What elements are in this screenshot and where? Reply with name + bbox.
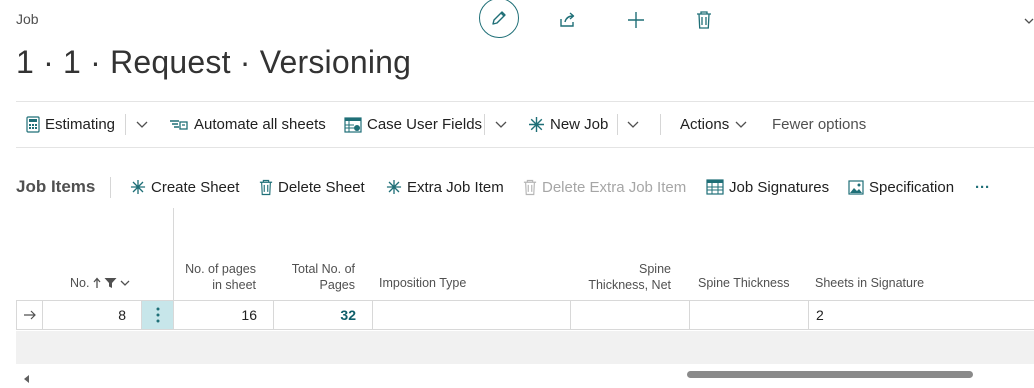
- sparkle-icon: [130, 179, 146, 195]
- case-user-fields-button[interactable]: Case User Fields: [344, 102, 482, 147]
- column-header-line: No. of pages: [185, 262, 256, 276]
- cell-sheets-in-signature[interactable]: 2: [808, 300, 1034, 330]
- trash-icon: [697, 11, 711, 29]
- chevron-down-icon: [120, 280, 130, 286]
- chevron-down-icon: [136, 121, 148, 128]
- collapse-button[interactable]: [1024, 12, 1034, 30]
- new-job-label: New Job: [550, 116, 609, 133]
- column-header-line: Spine: [639, 262, 671, 276]
- extra-job-item-button[interactable]: Extra Job Item: [386, 166, 504, 208]
- edit-icon: [492, 11, 506, 25]
- column-header-imposition-type[interactable]: Imposition Type: [379, 275, 466, 291]
- scrollbar-thumb[interactable]: [687, 371, 973, 378]
- column-header-spine-thickness-net[interactable]: Spine Thickness, Net: [572, 261, 671, 293]
- create-sheet-button[interactable]: Create Sheet: [130, 166, 239, 208]
- arrow-right-icon: [23, 310, 36, 320]
- separator: [660, 114, 661, 135]
- vertical-ellipsis-icon: [156, 307, 159, 323]
- delete-sheet-label: Delete Sheet: [278, 178, 365, 196]
- automate-icon: [170, 119, 188, 130]
- column-header-line: Thickness, Net: [588, 278, 671, 292]
- new-job-button[interactable]: New Job: [528, 102, 608, 147]
- cell-no[interactable]: 8: [42, 300, 142, 330]
- row-indicator[interactable]: [16, 300, 43, 330]
- automate-label: Automate all sheets: [194, 116, 326, 133]
- page-title: 1 · 1 · Request · Versioning: [16, 44, 412, 80]
- separator: [617, 114, 618, 135]
- column-header-total-pages[interactable]: Total No. of Pages: [276, 261, 355, 293]
- cell-pages-in-sheet[interactable]: 16: [173, 300, 274, 330]
- separator: [125, 114, 126, 135]
- delete-button[interactable]: [683, 0, 725, 40]
- fewer-options-button[interactable]: Fewer options: [772, 102, 866, 147]
- delete-extra-job-item-button: Delete Extra Job Item: [523, 166, 686, 208]
- sparkle-icon: [386, 179, 402, 195]
- job-items-title: Job Items: [16, 177, 96, 196]
- specification-label: Specification: [869, 178, 955, 196]
- column-header-line: Total No. of: [291, 262, 355, 276]
- edit-button[interactable]: [479, 0, 519, 38]
- fewer-options-label: Fewer options: [772, 116, 867, 133]
- column-header-pages-in-sheet[interactable]: No. of pages in sheet: [176, 261, 256, 293]
- cell-imposition-type[interactable]: [372, 300, 571, 330]
- table-fields-icon: [344, 116, 362, 133]
- actions-menu[interactable]: Actions: [680, 102, 748, 147]
- chevron-down-icon: [495, 121, 507, 128]
- sort-ascending-icon: [93, 277, 101, 288]
- page-caption: Job: [16, 11, 39, 27]
- trash-icon: [523, 179, 537, 195]
- grid-empty-area: [16, 331, 1034, 364]
- column-header-line: Pages: [319, 278, 355, 292]
- automate-sheets-button[interactable]: Automate all sheets: [169, 102, 326, 147]
- image-icon: [848, 179, 864, 195]
- more-options-button[interactable]: ···: [975, 166, 990, 208]
- job-items-toolbar: Job Items Create Sheet Delete Sheet Extr…: [16, 166, 1034, 208]
- row-actions-button[interactable]: [141, 300, 174, 330]
- share-icon: [560, 12, 575, 27]
- chevron-down-icon: [1024, 18, 1034, 24]
- job-signatures-button[interactable]: Job Signatures: [706, 166, 829, 208]
- trash-icon: [259, 179, 273, 195]
- share-button[interactable]: [547, 0, 589, 40]
- extra-job-item-label: Extra Job Item: [407, 178, 504, 196]
- create-sheet-label: Create Sheet: [151, 178, 240, 196]
- new-job-dropdown[interactable]: [626, 102, 645, 147]
- job-signatures-label: Job Signatures: [729, 178, 830, 196]
- sparkle-icon: [529, 117, 544, 132]
- cell-total-pages[interactable]: 32: [273, 300, 373, 330]
- case-fields-dropdown[interactable]: [494, 102, 513, 147]
- column-header-spine-thickness[interactable]: Spine Thickness: [698, 275, 790, 291]
- delete-extra-job-item-label: Delete Extra Job Item: [542, 178, 687, 196]
- estimating-button[interactable]: Estimating: [26, 102, 115, 147]
- delete-sheet-button[interactable]: Delete Sheet: [259, 166, 365, 208]
- frozen-column-divider: [173, 208, 174, 300]
- estimating-label: Estimating: [45, 116, 116, 133]
- scroll-left-button[interactable]: [24, 370, 30, 388]
- chevron-down-icon: [627, 121, 639, 128]
- calculator-icon: [26, 116, 40, 133]
- filter-icon: [104, 278, 117, 288]
- caret-left-icon: [24, 375, 29, 383]
- separator: [110, 177, 111, 198]
- new-button[interactable]: [615, 0, 657, 40]
- chevron-down-icon: [735, 121, 747, 128]
- column-header-sheets-in-signature[interactable]: Sheets in Signature: [815, 275, 924, 291]
- column-header-no[interactable]: No.: [70, 275, 130, 291]
- signature-sheet-icon: [706, 179, 724, 195]
- cell-spine-thickness[interactable]: [689, 300, 809, 330]
- separator: [484, 114, 485, 135]
- case-user-fields-label: Case User Fields: [367, 116, 483, 133]
- column-header-line: in sheet: [212, 278, 256, 292]
- plus-icon: [628, 12, 644, 28]
- estimating-dropdown[interactable]: [135, 102, 154, 147]
- specification-button[interactable]: Specification: [848, 166, 954, 208]
- cell-spine-thickness-net[interactable]: [570, 300, 690, 330]
- actions-label: Actions: [680, 116, 730, 133]
- column-header-no-label: No.: [70, 276, 90, 290]
- action-bar: Estimating Automate all sheets Case User…: [16, 101, 1034, 148]
